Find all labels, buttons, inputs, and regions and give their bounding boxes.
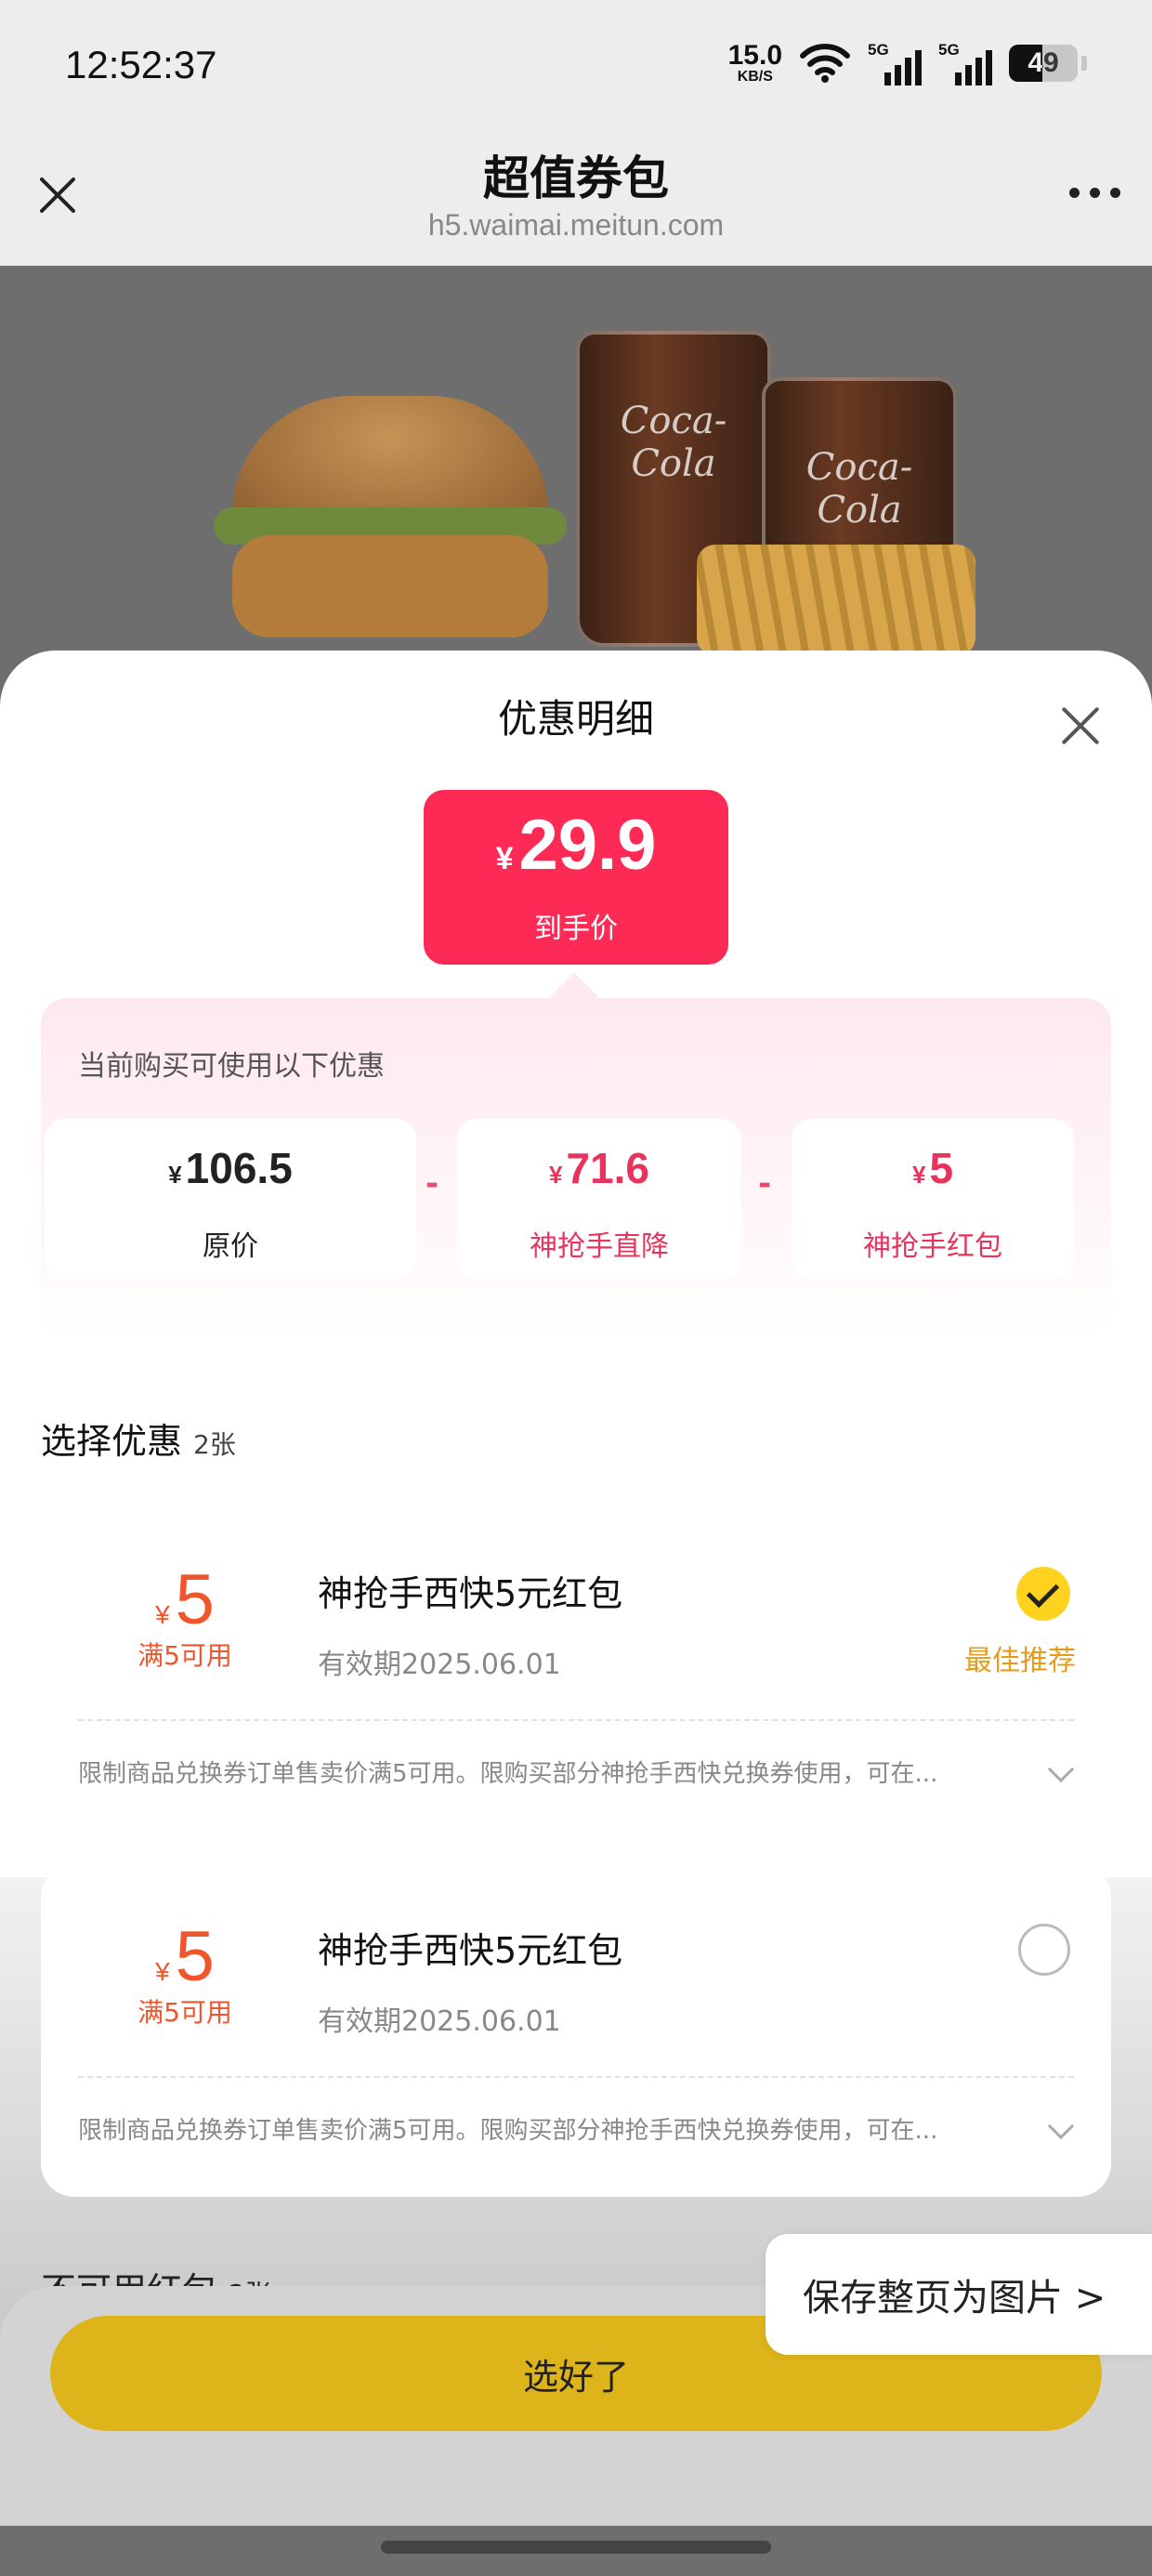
original-price-label: 原价 bbox=[203, 1230, 258, 1263]
coupon-amount-value: 5 bbox=[175, 1560, 215, 1639]
direct-discount-value: ¥71.6 bbox=[457, 1143, 741, 1193]
coupon-condition-2: 满5可用 bbox=[137, 1997, 232, 2028]
wifi-icon bbox=[800, 44, 850, 83]
chevron-down-icon[interactable] bbox=[1047, 1755, 1075, 1783]
red-packet-value: ¥5 bbox=[792, 1143, 1074, 1193]
sheet-close-icon[interactable] bbox=[1059, 704, 1102, 747]
burger-image bbox=[214, 396, 567, 647]
coupon-expiry: 有效期2025.06.01 bbox=[318, 1649, 561, 1681]
original-price-amount: 106.5 bbox=[185, 1144, 293, 1192]
final-price-label: 到手价 bbox=[534, 913, 618, 945]
red-packet-label: 神抢手红包 bbox=[863, 1230, 1002, 1263]
net-speed-value: 15.0 bbox=[727, 40, 782, 71]
battery-icon: 49 bbox=[1009, 45, 1078, 82]
signal-icon-2: 5G bbox=[938, 41, 992, 85]
coupon-card[interactable]: ¥5 满5可用 神抢手西快5元红包 有效期2025.06.01 最佳推荐 限制商… bbox=[41, 1507, 1111, 1840]
minus-sign: - bbox=[425, 1165, 439, 1203]
original-price-currency: ¥ bbox=[168, 1161, 182, 1189]
sheet-title: 优惠明细 bbox=[497, 696, 654, 742]
section-count: 2张 bbox=[193, 1429, 236, 1460]
coupon-description: 限制商品兑换券订单售卖价满5可用。限购买部分神抢手西快兑换券使用，可在... bbox=[78, 1760, 938, 1788]
final-price-amount: 29.9 bbox=[518, 806, 657, 885]
home-indicator[interactable] bbox=[381, 2541, 771, 2554]
battery-cap bbox=[1081, 56, 1087, 71]
fries-image bbox=[697, 545, 975, 656]
coupon-amount-value-2: 5 bbox=[175, 1917, 215, 1996]
coupon-name: 神抢手西快5元红包 bbox=[318, 1573, 623, 1614]
discount-breakdown-panel: 当前购买可使用以下优惠 ¥106.5 原价 - ¥71.6 神抢手直降 - ¥5… bbox=[41, 998, 1111, 1336]
coupon-expiry-2: 有效期2025.06.01 bbox=[318, 2005, 561, 2038]
coupon-description-2: 限制商品兑换券订单售卖价满5可用。限购买部分神抢手西快兑换券使用，可在... bbox=[78, 2117, 938, 2145]
best-recommend-tag: 最佳推荐 bbox=[964, 1645, 1076, 1677]
coupon-currency-2: ¥ bbox=[155, 1957, 170, 1986]
select-discount-title: 选择优惠 2张 bbox=[41, 1413, 236, 1464]
red-packet-amount: 5 bbox=[929, 1144, 954, 1192]
chevron-down-icon-2[interactable] bbox=[1047, 2112, 1075, 2140]
direct-discount-label: 神抢手直降 bbox=[530, 1230, 669, 1263]
panel-note: 当前购买可使用以下优惠 bbox=[78, 1050, 385, 1083]
final-price-currency: ¥ bbox=[495, 841, 514, 876]
checked-radio-icon[interactable] bbox=[1016, 1567, 1070, 1621]
signal-icon: 5G bbox=[868, 41, 922, 85]
final-price-box: ¥29.9 到手价 bbox=[424, 790, 728, 965]
final-price: ¥29.9 bbox=[424, 805, 728, 886]
unchecked-radio-icon[interactable] bbox=[1018, 1924, 1070, 1976]
status-bar: 12:52:37 15.0 KB/S 5G 5G 49 bbox=[0, 0, 1152, 130]
direct-discount-amount: 71.6 bbox=[566, 1144, 649, 1192]
coupon-divider-2 bbox=[78, 2076, 1074, 2078]
coupon-condition: 满5可用 bbox=[137, 1640, 232, 1671]
red-packet-currency: ¥ bbox=[911, 1161, 926, 1189]
coupon-amount: ¥5 bbox=[97, 1559, 273, 1640]
status-icons: 15.0 KB/S 5G 5G 49 bbox=[728, 41, 1087, 85]
direct-discount-currency: ¥ bbox=[549, 1161, 563, 1189]
coupon-name-2: 神抢手西快5元红包 bbox=[318, 1930, 623, 1971]
title-bar: 超值券包 h5.waimai.meitun.com bbox=[0, 130, 1152, 266]
red-packet-card: ¥5 神抢手红包 bbox=[792, 1119, 1074, 1279]
minus-sign-2: - bbox=[758, 1165, 772, 1203]
cup-logo-text-2: Coca-Cola bbox=[805, 446, 913, 532]
save-page-as-image-button[interactable]: 保存整页为图片 > bbox=[766, 2234, 1152, 2355]
more-icon[interactable] bbox=[1069, 188, 1120, 198]
status-time: 12:52:37 bbox=[65, 43, 217, 86]
page-url: h5.waimai.meitun.com bbox=[427, 208, 725, 242]
section-title-text: 选择优惠 bbox=[41, 1421, 183, 1462]
cup-logo-text: Coca-Cola bbox=[620, 400, 727, 485]
coupon-currency: ¥ bbox=[155, 1600, 170, 1629]
original-price-value: ¥106.5 bbox=[45, 1143, 416, 1193]
original-price-card-bg: ¥106.5 原价 bbox=[45, 1119, 416, 1279]
net-speed-unit: KB/S bbox=[737, 69, 773, 85]
net-speed: 15.0 KB/S bbox=[728, 42, 782, 85]
coupon-amount-2: ¥5 bbox=[97, 1916, 273, 1997]
coupon-card-2[interactable]: ¥5 满5可用 神抢手西快5元红包 有效期2025.06.01 限制商品兑换券订… bbox=[41, 1864, 1111, 2197]
battery-level: 49 bbox=[1028, 47, 1059, 78]
coupon-divider bbox=[78, 1719, 1074, 1721]
page-title: 超值券包 bbox=[483, 151, 669, 205]
discount-sheet: 优惠明细 ¥29.9 到手价 当前购买可使用以下优惠 ¥106.5 原价 - ¥… bbox=[0, 651, 1152, 2342]
direct-discount-card: ¥71.6 神抢手直降 bbox=[457, 1119, 741, 1279]
